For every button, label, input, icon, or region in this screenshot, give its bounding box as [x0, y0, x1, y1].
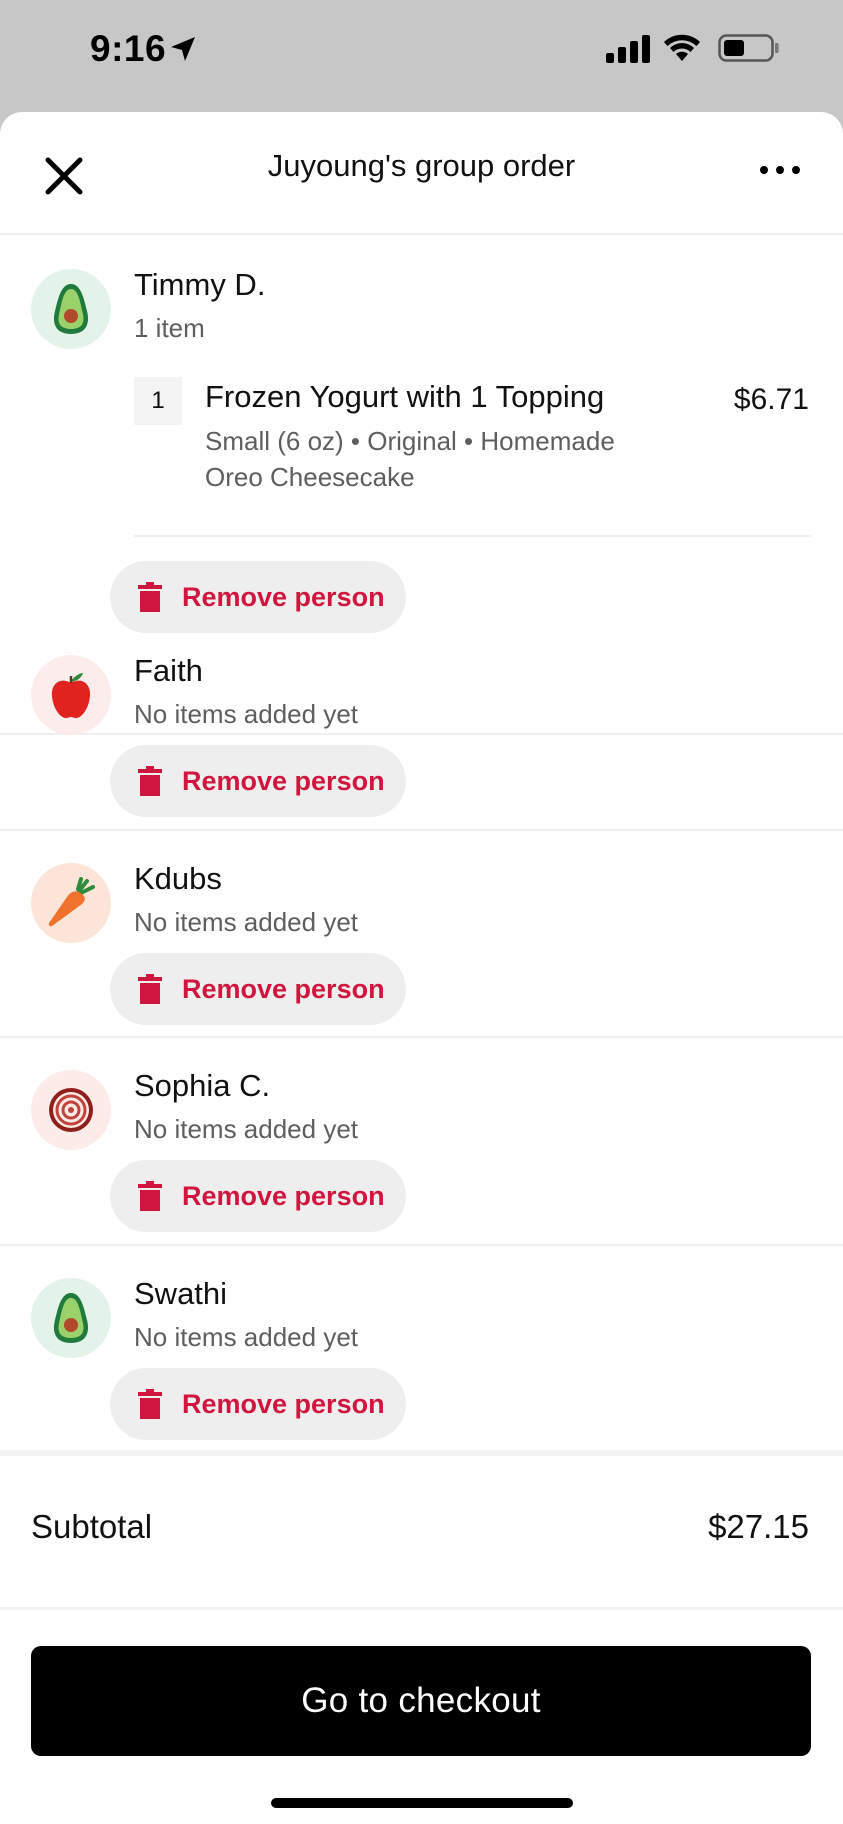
status-time: 9:16 — [90, 28, 167, 69]
subtotal-value: $27.15 — [708, 1508, 809, 1545]
person-row-sophia: Sophia C. No items added yet Remove pers… — [0, 1038, 843, 1246]
person-name: Faith — [134, 653, 203, 688]
person-status: No items added yet — [134, 699, 359, 729]
person-status: No items added yet — [134, 1114, 359, 1144]
trash-icon — [138, 766, 162, 796]
person-name: Swathi — [134, 1276, 228, 1311]
person-row-swathi: Swathi No items added yet Remove person — [0, 1246, 843, 1452]
location-arrow-icon — [171, 37, 195, 61]
item-name[interactable]: Frozen Yogurt with 1 Topping — [205, 379, 604, 415]
trash-icon — [138, 1181, 162, 1211]
trash-icon — [138, 974, 162, 1004]
person-status: No items added yet — [134, 1322, 359, 1352]
carrot-icon — [31, 863, 111, 943]
remove-person-label: Remove person — [182, 973, 385, 1004]
person-row-kdubs: Kdubs No items added yet Remove person — [0, 831, 843, 1038]
onion-icon — [31, 1070, 111, 1150]
avocado-icon — [31, 1278, 111, 1358]
more-icon[interactable] — [758, 160, 802, 180]
item-options: Small (6 oz) • Original • Homemade Oreo … — [205, 426, 615, 492]
person-name: Sophia C. — [134, 1068, 271, 1103]
person-item-count: 1 item — [134, 313, 205, 343]
group-order-sheet: Juyoung's group order Timmy D. 1 item 1 … — [0, 112, 843, 1824]
home-indicator — [271, 1798, 573, 1808]
signal-icon — [606, 35, 650, 63]
person-name: Timmy D. — [134, 267, 266, 302]
person-name: Kdubs — [134, 861, 222, 896]
item-divider — [134, 535, 811, 537]
status-bar: 9:16 — [0, 0, 843, 112]
wifi-icon — [664, 34, 700, 61]
remove-person-button[interactable]: Remove person — [110, 1368, 406, 1440]
trash-icon — [138, 1389, 162, 1419]
remove-person-label: Remove person — [182, 1180, 385, 1211]
page-title: Juyoung's group order — [267, 148, 576, 183]
remove-person-button[interactable]: Remove person — [110, 953, 406, 1025]
checkout-button[interactable]: Go to checkout — [31, 1646, 811, 1756]
trash-icon — [138, 582, 162, 612]
avocado-icon — [31, 269, 111, 349]
apple-icon — [31, 655, 111, 735]
subtotal-row: Subtotal $27.15 — [0, 1450, 843, 1610]
remove-person-label: Remove person — [182, 1388, 385, 1419]
remove-person-label: Remove person — [182, 581, 385, 612]
remove-person-button[interactable]: Remove person — [110, 1160, 406, 1232]
remove-person-button[interactable]: Remove person — [110, 745, 406, 817]
person-row-faith: Faith No items added yet Remove person — [0, 623, 843, 831]
subtotal-label: Subtotal — [31, 1508, 153, 1545]
item-price: $6.71 — [733, 383, 809, 416]
item-quantity: 1 — [134, 377, 182, 425]
person-status: No items added yet — [134, 907, 359, 937]
remove-person-label: Remove person — [182, 765, 385, 796]
sheet-header: Juyoung's group order — [0, 112, 843, 235]
battery-icon — [718, 34, 779, 62]
